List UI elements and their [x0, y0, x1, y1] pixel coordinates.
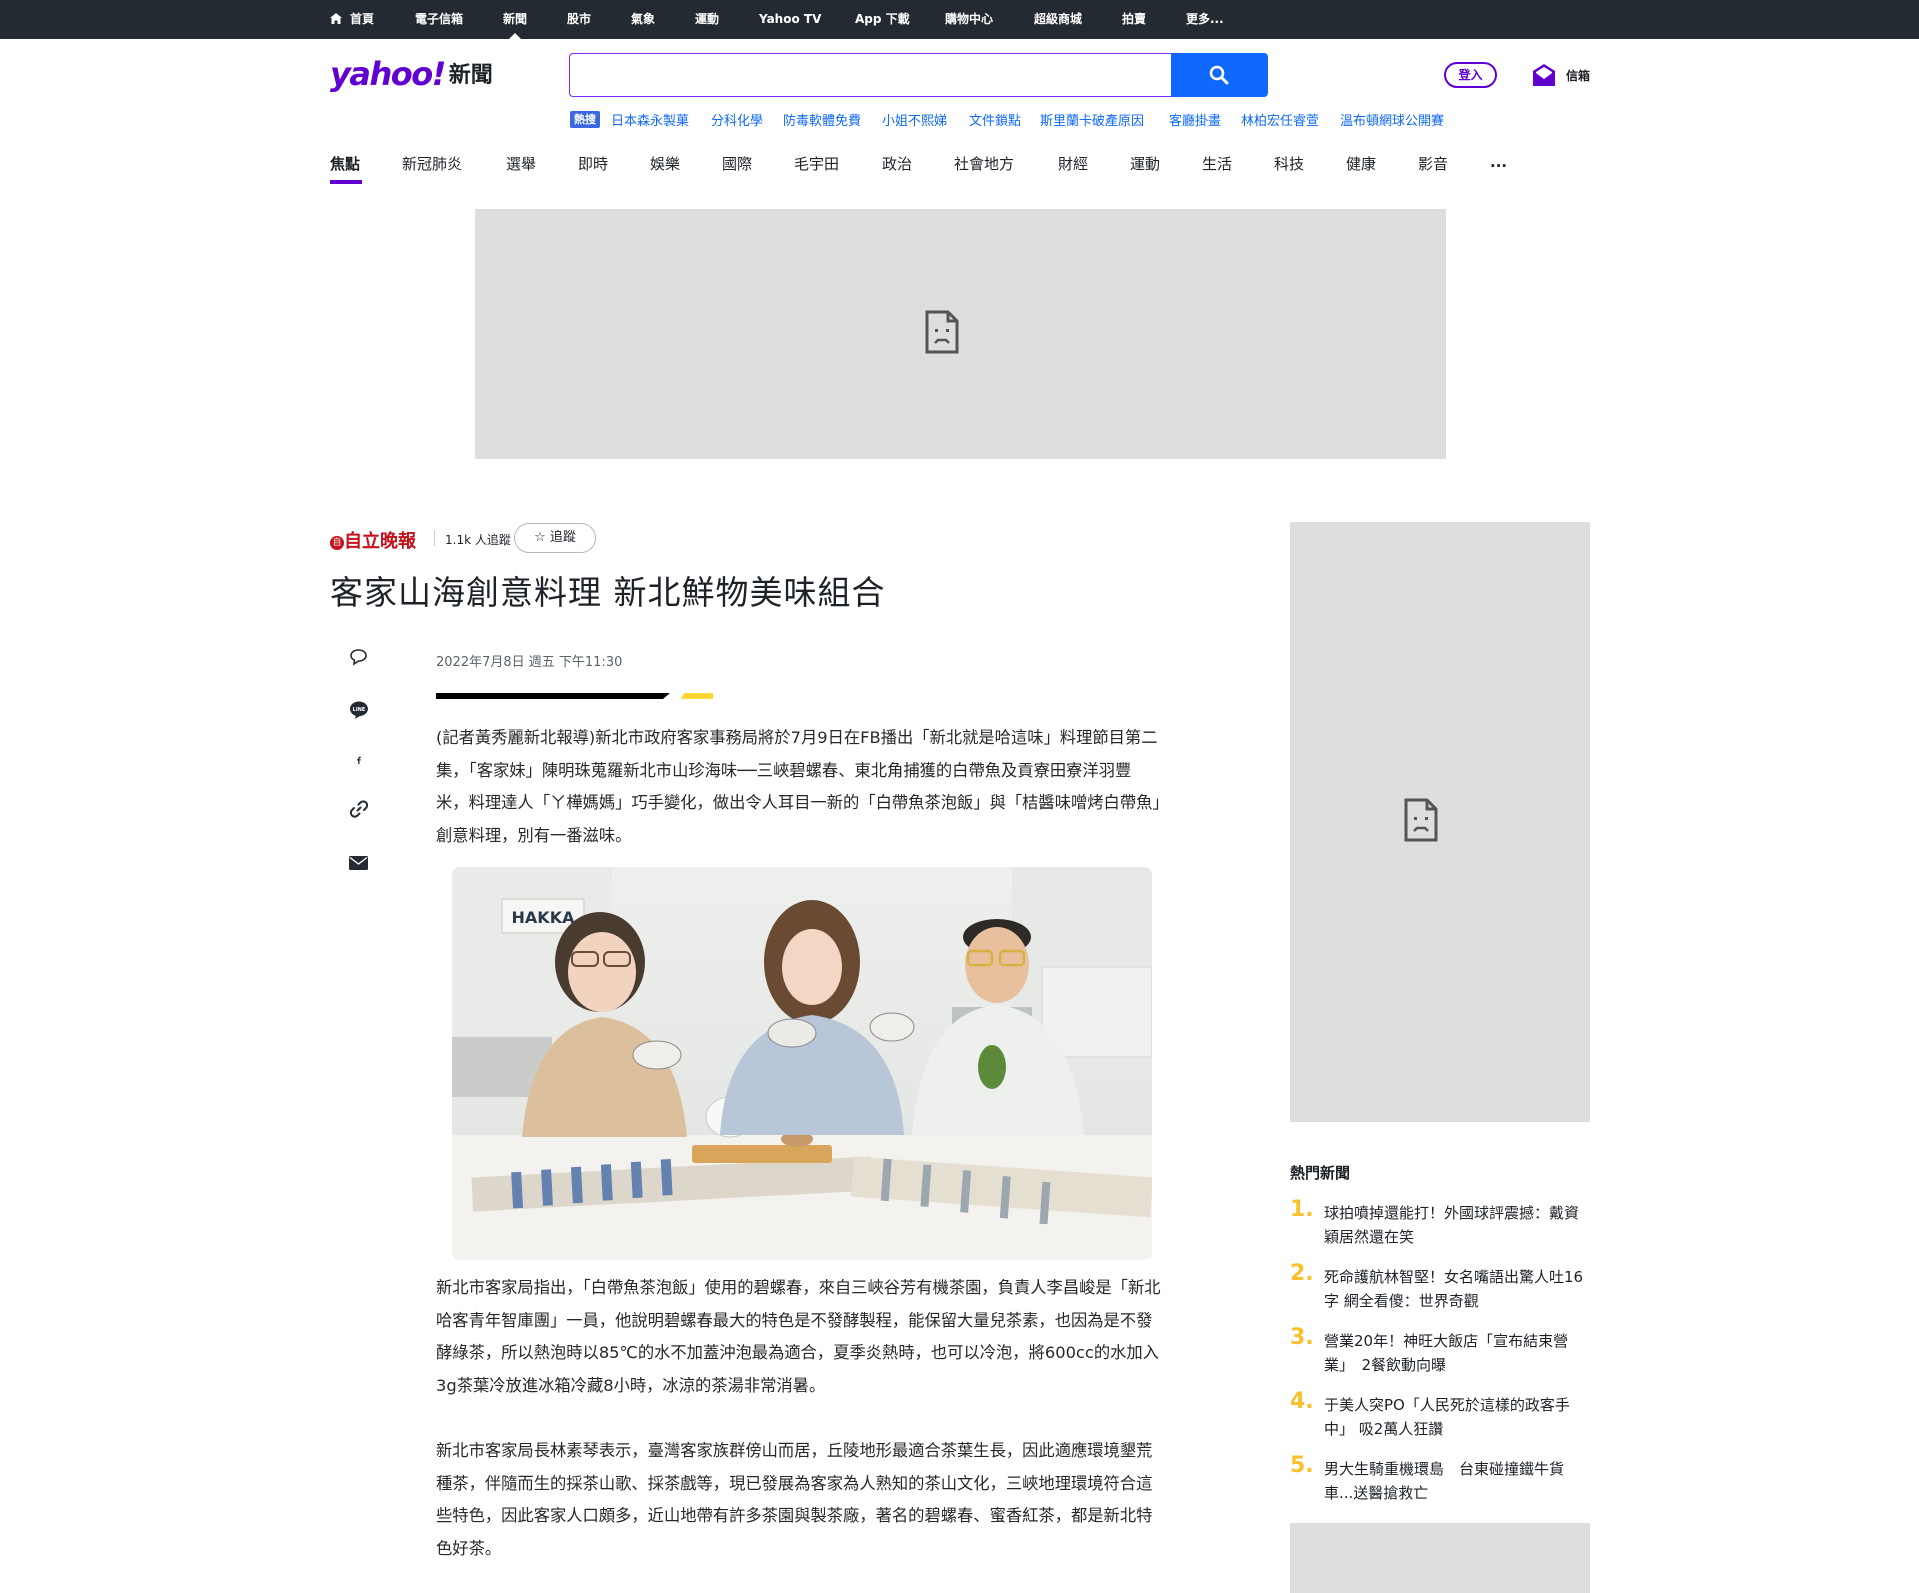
- trending-news-item[interactable]: 4. 于美人突PO「人民死於這樣的政客手中」 吸2萬人狂讚: [1290, 1389, 1590, 1445]
- category-tab[interactable]: 國際: [722, 153, 752, 174]
- publisher-mark: 自: [330, 536, 344, 550]
- rank-number: 1.: [1290, 1197, 1314, 1222]
- publisher-name: 自立晚報: [344, 531, 416, 552]
- trending-link[interactable]: 防毒軟體免費: [783, 110, 861, 129]
- topnav-shopping[interactable]: 購物中心: [945, 0, 993, 39]
- category-tab[interactable]: 財經: [1058, 153, 1088, 174]
- publisher-logo[interactable]: 自自立晚報: [330, 527, 416, 553]
- broken-image-icon: [1404, 798, 1438, 842]
- sidebar-ad[interactable]: [1290, 522, 1590, 1122]
- category-tab[interactable]: 生活: [1202, 153, 1232, 174]
- trending-news-link[interactable]: 營業20年！神旺大飯店「宣布結束營業」 2餐飲動向曝: [1324, 1329, 1586, 1377]
- article-title: 客家山海創意料理 新北鮮物美味組合: [330, 573, 886, 612]
- topnav-weather[interactable]: 氣象: [631, 0, 655, 39]
- category-tab[interactable]: 社會地方: [954, 153, 1014, 174]
- search-input[interactable]: [570, 54, 1171, 96]
- topnav-auction[interactable]: 拍賣: [1122, 0, 1146, 39]
- active-tab-underline: [330, 180, 362, 184]
- topnav-sports[interactable]: 運動: [695, 0, 719, 39]
- photo-sign-text: HAKKA: [512, 908, 576, 927]
- article-photo[interactable]: HAKKA: [452, 867, 1152, 1260]
- divider: [434, 530, 435, 546]
- logo-section: 新聞: [448, 63, 493, 88]
- more-categories-button[interactable]: ...: [1490, 153, 1507, 171]
- category-tab[interactable]: 即時: [578, 153, 608, 174]
- facebook-icon[interactable]: [354, 752, 364, 768]
- topnav-more[interactable]: 更多...: [1186, 0, 1224, 39]
- trending-news-link[interactable]: 死命護航林智堅！女名嘴語出驚人吐16字 網全看傻：世界奇觀: [1324, 1265, 1586, 1313]
- publish-date: 2022年7月8日 週五 下午11:30: [436, 655, 623, 670]
- category-tab[interactable]: 新冠肺炎: [402, 153, 462, 174]
- category-tab[interactable]: 政治: [882, 153, 912, 174]
- trending-link[interactable]: 小姐不熙娣: [882, 110, 947, 129]
- category-tab[interactable]: 影音: [1418, 153, 1448, 174]
- topnav-home[interactable]: 首頁: [330, 0, 374, 39]
- photo-illustration: HAKKA: [452, 867, 1152, 1260]
- follower-count: 1.1k 人追蹤: [445, 533, 511, 547]
- trending-news-item[interactable]: 2. 死命護航林智堅！女名嘴語出驚人吐16字 網全看傻：世界奇觀: [1290, 1261, 1590, 1317]
- rank-number: 3.: [1290, 1325, 1314, 1350]
- link-icon[interactable]: [349, 799, 369, 819]
- home-icon: [330, 13, 342, 24]
- category-tab[interactable]: 運動: [1130, 153, 1160, 174]
- trending-news-item[interactable]: 5. 男大生騎重機環島 台東碰撞鐵牛貨車...送醫搶救亡: [1290, 1453, 1590, 1509]
- yahoo-news-logo[interactable]: yahoo! 新聞: [330, 55, 493, 95]
- trending-news-item[interactable]: 1. 球拍噴掉還能打！外國球評震撼：戴資穎居然還在笑: [1290, 1197, 1590, 1253]
- category-tab[interactable]: 焦點: [330, 153, 360, 174]
- star-icon: ☆: [534, 530, 546, 545]
- follow-label: 追蹤: [549, 530, 576, 545]
- topnav-stocks[interactable]: 股市: [567, 0, 591, 39]
- mail-label[interactable]: 信箱: [1566, 67, 1590, 84]
- article-paragraph: 新北市客家局指出，「白帶魚茶泡飯」使用的碧螺春，來自三峽谷芳有機茶園，負責人李昌…: [436, 1278, 1161, 1395]
- trending-news-link[interactable]: 于美人突PO「人民死於這樣的政客手中」 吸2萬人狂讚: [1324, 1393, 1586, 1441]
- search-icon: [1209, 65, 1229, 85]
- search-button[interactable]: [1171, 53, 1268, 97]
- category-tab[interactable]: 選舉: [506, 153, 536, 174]
- trending-news-item[interactable]: 3. 營業20年！神旺大飯店「宣布結束營業」 2餐飲動向曝: [1290, 1325, 1590, 1381]
- topnav-yahoo-tv[interactable]: Yahoo TV: [759, 0, 821, 39]
- sidebar-ad-bottom[interactable]: [1290, 1523, 1590, 1593]
- login-button[interactable]: 登入: [1444, 62, 1497, 88]
- trending-link[interactable]: 溫布頓網球公開賽: [1340, 110, 1444, 129]
- logo-text: yahoo!: [330, 55, 446, 93]
- ad-banner[interactable]: [475, 209, 1446, 459]
- trending-news-link[interactable]: 男大生騎重機環島 台東碰撞鐵牛貨車...送醫搶救亡: [1324, 1457, 1586, 1505]
- article-paragraph: 新北市客家局長林素琴表示，臺灣客家族群傍山而居，丘陵地形最適合茶葉生長，因此適應…: [436, 1441, 1153, 1558]
- trending-tag: 熱搜: [570, 111, 600, 128]
- trending-link[interactable]: 分科化學: [711, 110, 763, 129]
- decorative-bar-accent: [681, 693, 713, 699]
- category-tab[interactable]: 娛樂: [650, 153, 680, 174]
- trending-news-link[interactable]: 球拍噴掉還能打！外國球評震撼：戴資穎居然還在笑: [1324, 1201, 1586, 1249]
- rank-number: 5.: [1290, 1453, 1314, 1478]
- follow-button[interactable]: ☆ 追蹤: [514, 523, 596, 553]
- trending-link[interactable]: 客廳掛畫: [1169, 110, 1221, 129]
- top-bar: 首頁 電子信箱 新聞 股市 氣象 運動 Yahoo TV App 下載 購物中心…: [0, 0, 1919, 39]
- search-box: [569, 53, 1171, 97]
- line-icon[interactable]: LINE: [349, 700, 369, 720]
- rank-number: 4.: [1290, 1389, 1314, 1414]
- comment-icon[interactable]: [349, 648, 368, 666]
- topnav-label: 首頁: [350, 12, 375, 26]
- broken-image-icon: [925, 310, 959, 354]
- trending-link[interactable]: 日本森永製菓: [611, 110, 689, 129]
- category-tab[interactable]: 毛宇田: [794, 153, 839, 174]
- topnav-news[interactable]: 新聞: [503, 0, 527, 39]
- trending-link[interactable]: 斯里蘭卡破產原因: [1040, 110, 1144, 129]
- svg-text:LINE: LINE: [353, 707, 366, 713]
- trending-news-title: 熱門新聞: [1290, 1164, 1351, 1182]
- topnav-app-download[interactable]: App 下載: [855, 0, 910, 39]
- mail-icon[interactable]: [1532, 63, 1556, 87]
- topnav-mall[interactable]: 超級商城: [1034, 0, 1082, 39]
- category-tab[interactable]: 科技: [1274, 153, 1304, 174]
- rank-number: 2.: [1290, 1261, 1314, 1286]
- category-tab[interactable]: 健康: [1346, 153, 1376, 174]
- article-paragraph: (記者黃秀麗新北報導)新北市政府客家事務局將於7月9日在FB播出「新北就是哈這味…: [436, 728, 1161, 845]
- trending-link[interactable]: 林柏宏任睿萱: [1241, 110, 1319, 129]
- trending-link[interactable]: 文件鎖點: [969, 110, 1021, 129]
- topnav-mail[interactable]: 電子信箱: [415, 0, 463, 39]
- email-share-icon[interactable]: [349, 856, 368, 870]
- decorative-bar: [436, 693, 670, 699]
